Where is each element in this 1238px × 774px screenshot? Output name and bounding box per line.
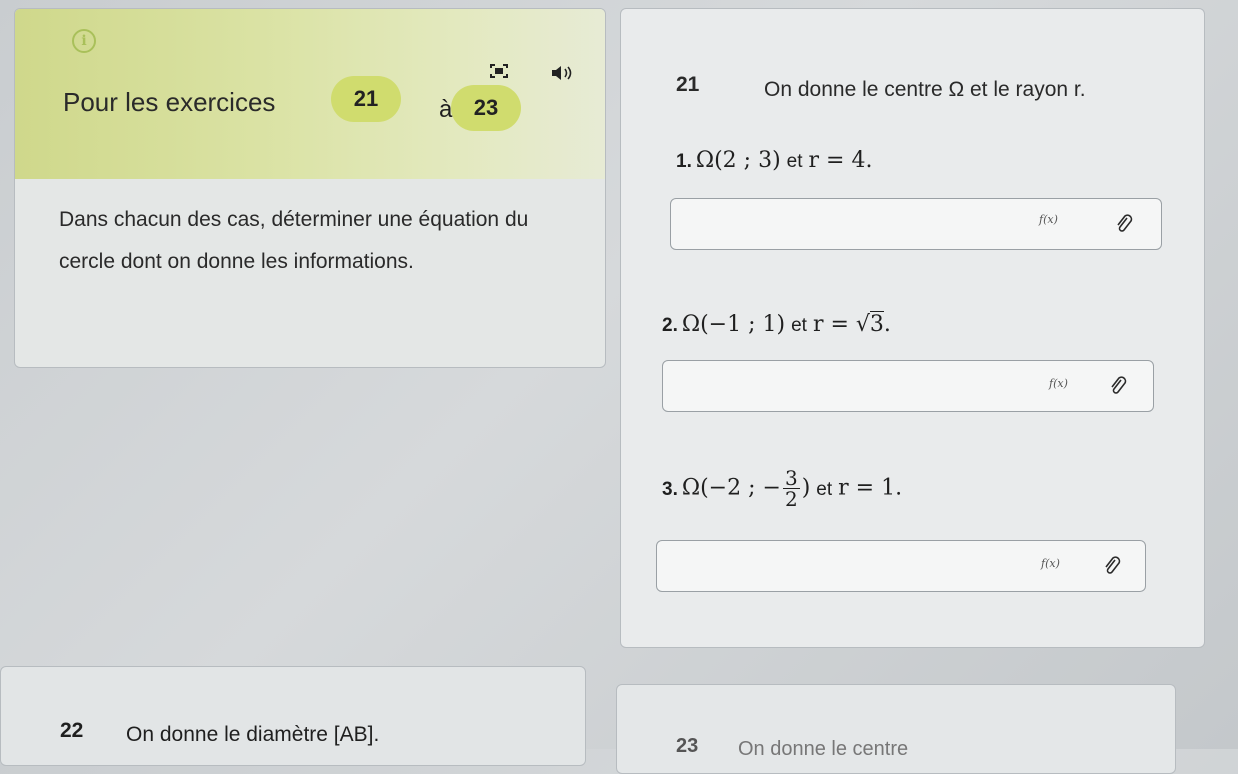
exercise-22-number: 22: [60, 719, 84, 742]
question-1-number: 1.: [676, 151, 692, 172]
question-3-et: et: [816, 478, 833, 500]
question-3-center-suffix: ): [801, 475, 811, 501]
question-2-number: 2.: [662, 315, 678, 336]
question-2-radius-prefix: r =: [812, 312, 856, 337]
info-body-text: Dans chacun des cas, déterminer une équa…: [59, 208, 529, 273]
answer-field-1[interactable]: f(x): [670, 198, 1162, 250]
fullscreen-icon[interactable]: [490, 64, 508, 78]
info-icon[interactable]: i: [72, 29, 96, 53]
formula-button-2[interactable]: f(x): [1049, 377, 1068, 390]
question-2-radius-suffix: .: [883, 312, 891, 337]
sqrt-sign: √: [855, 312, 870, 337]
badge-end[interactable]: 23: [451, 85, 521, 131]
exercise-23-number: 23: [676, 735, 699, 757]
exercise-23-statement: On donne le centre: [738, 738, 909, 760]
question-2-radius-sqrt: 3: [869, 311, 884, 337]
badge-start[interactable]: 21: [331, 76, 401, 122]
attach-icon[interactable]: [1109, 375, 1127, 397]
answer-input-3[interactable]: [667, 551, 991, 583]
formula-button-3[interactable]: f(x): [1041, 557, 1060, 570]
fraction-numerator: 3: [782, 466, 800, 490]
answer-field-2[interactable]: f(x): [662, 360, 1154, 412]
exercise-22-card: [0, 666, 586, 766]
attach-icon[interactable]: [1103, 555, 1121, 577]
instruction-prefix: Pour les exercices: [63, 87, 276, 117]
answer-input-2[interactable]: [673, 371, 997, 403]
question-3-number: 3.: [662, 478, 678, 500]
exercise-22-statement: On donne le diamètre [AB].: [126, 723, 380, 746]
question-2-et: et: [791, 315, 807, 336]
question-3: 3. Ω(−2 ; −3 2) et r = 1.: [662, 468, 902, 509]
question-1-center: Ω(2 ; 3): [695, 148, 781, 173]
question-1: 1. Ω(2 ; 3) et r = 4.: [676, 148, 872, 173]
question-1-radius: r = 4.: [808, 148, 873, 173]
question-1-et: et: [786, 151, 803, 172]
fraction-denominator: 2: [784, 487, 798, 511]
answer-input-1[interactable]: [681, 209, 1005, 241]
info-card: i Pour les exercices 21 à 23 Dans chacun…: [14, 8, 606, 368]
answer-field-3[interactable]: f(x): [656, 540, 1146, 592]
fraction: 32: [782, 466, 800, 511]
question-2-center: Ω(−1 ; 1): [681, 312, 786, 337]
exercise-21-statement: On donne le centre Ω et le rayon r.: [764, 78, 1086, 101]
question-3-center-prefix: Ω(−2 ; −: [681, 475, 781, 501]
audio-icon[interactable]: [551, 65, 575, 81]
formula-button-1[interactable]: f(x): [1039, 213, 1058, 226]
attach-icon[interactable]: [1115, 213, 1133, 235]
question-2: 2. Ω(−1 ; 1) et r = √3.: [662, 311, 891, 337]
question-3-radius: r = 1.: [838, 475, 903, 501]
exercise-21-number: 21: [676, 73, 700, 96]
